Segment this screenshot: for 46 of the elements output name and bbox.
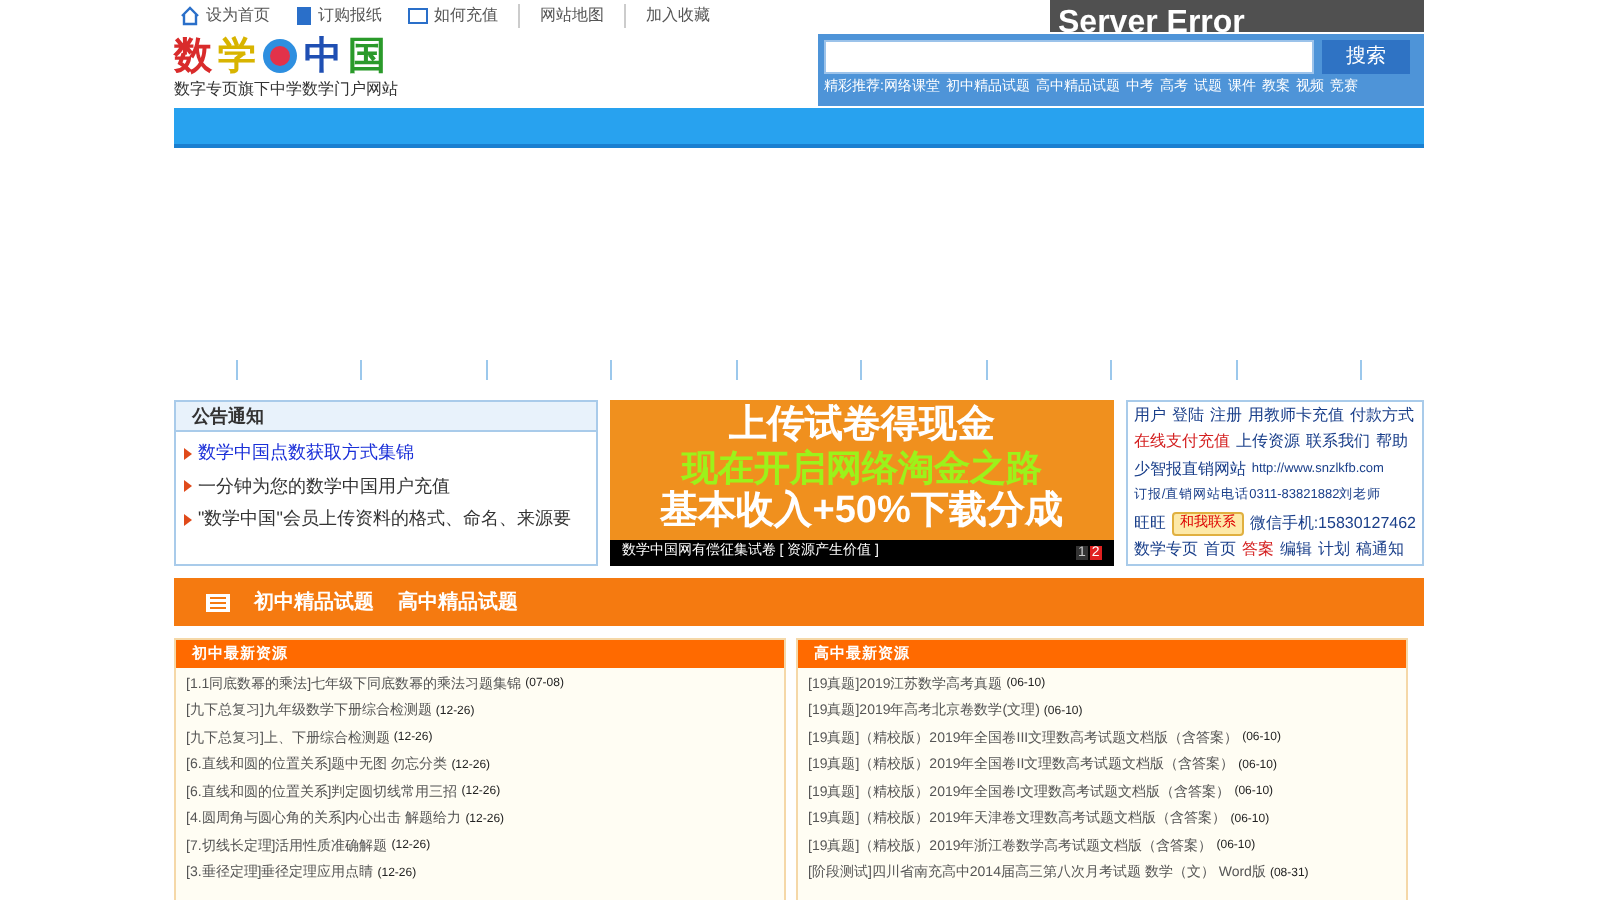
logo-character: 数 — [174, 37, 212, 75]
home-icon — [180, 6, 200, 26]
panel-link[interactable]: 上传资源 — [1235, 430, 1300, 455]
notice-link[interactable]: "数学中国"会员上传资料的格式、命名、来源要 — [198, 506, 571, 533]
globe-logo-icon — [262, 38, 298, 74]
search-button[interactable]: 搜索 — [1322, 40, 1410, 74]
logo-character: 中 — [304, 37, 342, 75]
panel-link[interactable]: 数学专页 — [1133, 537, 1198, 562]
panel-link[interactable]: 帮助 — [1375, 430, 1408, 455]
panel-link[interactable]: 答案 — [1241, 537, 1274, 562]
top-link[interactable]: 如何充值 — [434, 4, 498, 28]
panel-link[interactable]: 用户 — [1133, 404, 1166, 428]
panel-link[interactable]: 联系我们 — [1305, 430, 1370, 455]
panel-link[interactable]: 编辑 — [1279, 537, 1312, 562]
logo-tagline: 数字专页旗下中学数学门户网站 — [174, 82, 398, 98]
banner-text: 上传试卷得现金 — [728, 406, 995, 444]
top-link[interactable]: 网站地图 — [540, 4, 604, 28]
top-link[interactable]: 设为首页 — [206, 4, 270, 28]
logo-character: 国 — [348, 37, 386, 75]
panel-link[interactable]: 旺旺 — [1133, 511, 1166, 536]
list-icon — [206, 593, 230, 611]
panel-link[interactable]: 计划 — [1317, 537, 1350, 562]
notice-link[interactable]: 数学中国点数获取方式集锦 — [198, 440, 414, 467]
banner-text: 基本收入+50%下载分成 — [660, 492, 1063, 530]
panel-link[interactable]: 在线支付充值 — [1133, 430, 1230, 455]
panel-link[interactable]: 少智报直销网站 — [1133, 457, 1246, 482]
banner-text: 现在开启网络淘金之路 — [681, 450, 1042, 486]
panel-link[interactable]: 用教师卡充值 — [1247, 404, 1344, 428]
bullet-icon — [184, 480, 192, 493]
bullet-icon — [184, 513, 192, 526]
top-link[interactable]: 订购报纸 — [318, 4, 382, 28]
bullet-icon — [184, 447, 192, 460]
panel-link[interactable]: 微信手机:15830127462 — [1249, 511, 1416, 536]
panel-link[interactable]: 首页 — [1203, 537, 1236, 562]
panel-link[interactable]: 稿通知 — [1355, 537, 1404, 562]
logo-character: 学 — [218, 37, 256, 75]
notice-title: 公告通知 — [176, 402, 596, 432]
panel-link[interactable]: 付款方式 — [1349, 404, 1414, 428]
panel-link[interactable]: 登陆 — [1171, 404, 1204, 428]
book-icon — [296, 6, 312, 26]
error-title: Server Error — [1056, 4, 1247, 32]
top-link[interactable]: 加入收藏 — [646, 4, 710, 28]
notice-link[interactable]: 一分钟为您的数学中国用户充值 — [198, 473, 450, 500]
search-field[interactable] — [824, 40, 1314, 74]
card-icon — [408, 8, 428, 24]
panel-link[interactable]: 注册 — [1209, 404, 1242, 428]
